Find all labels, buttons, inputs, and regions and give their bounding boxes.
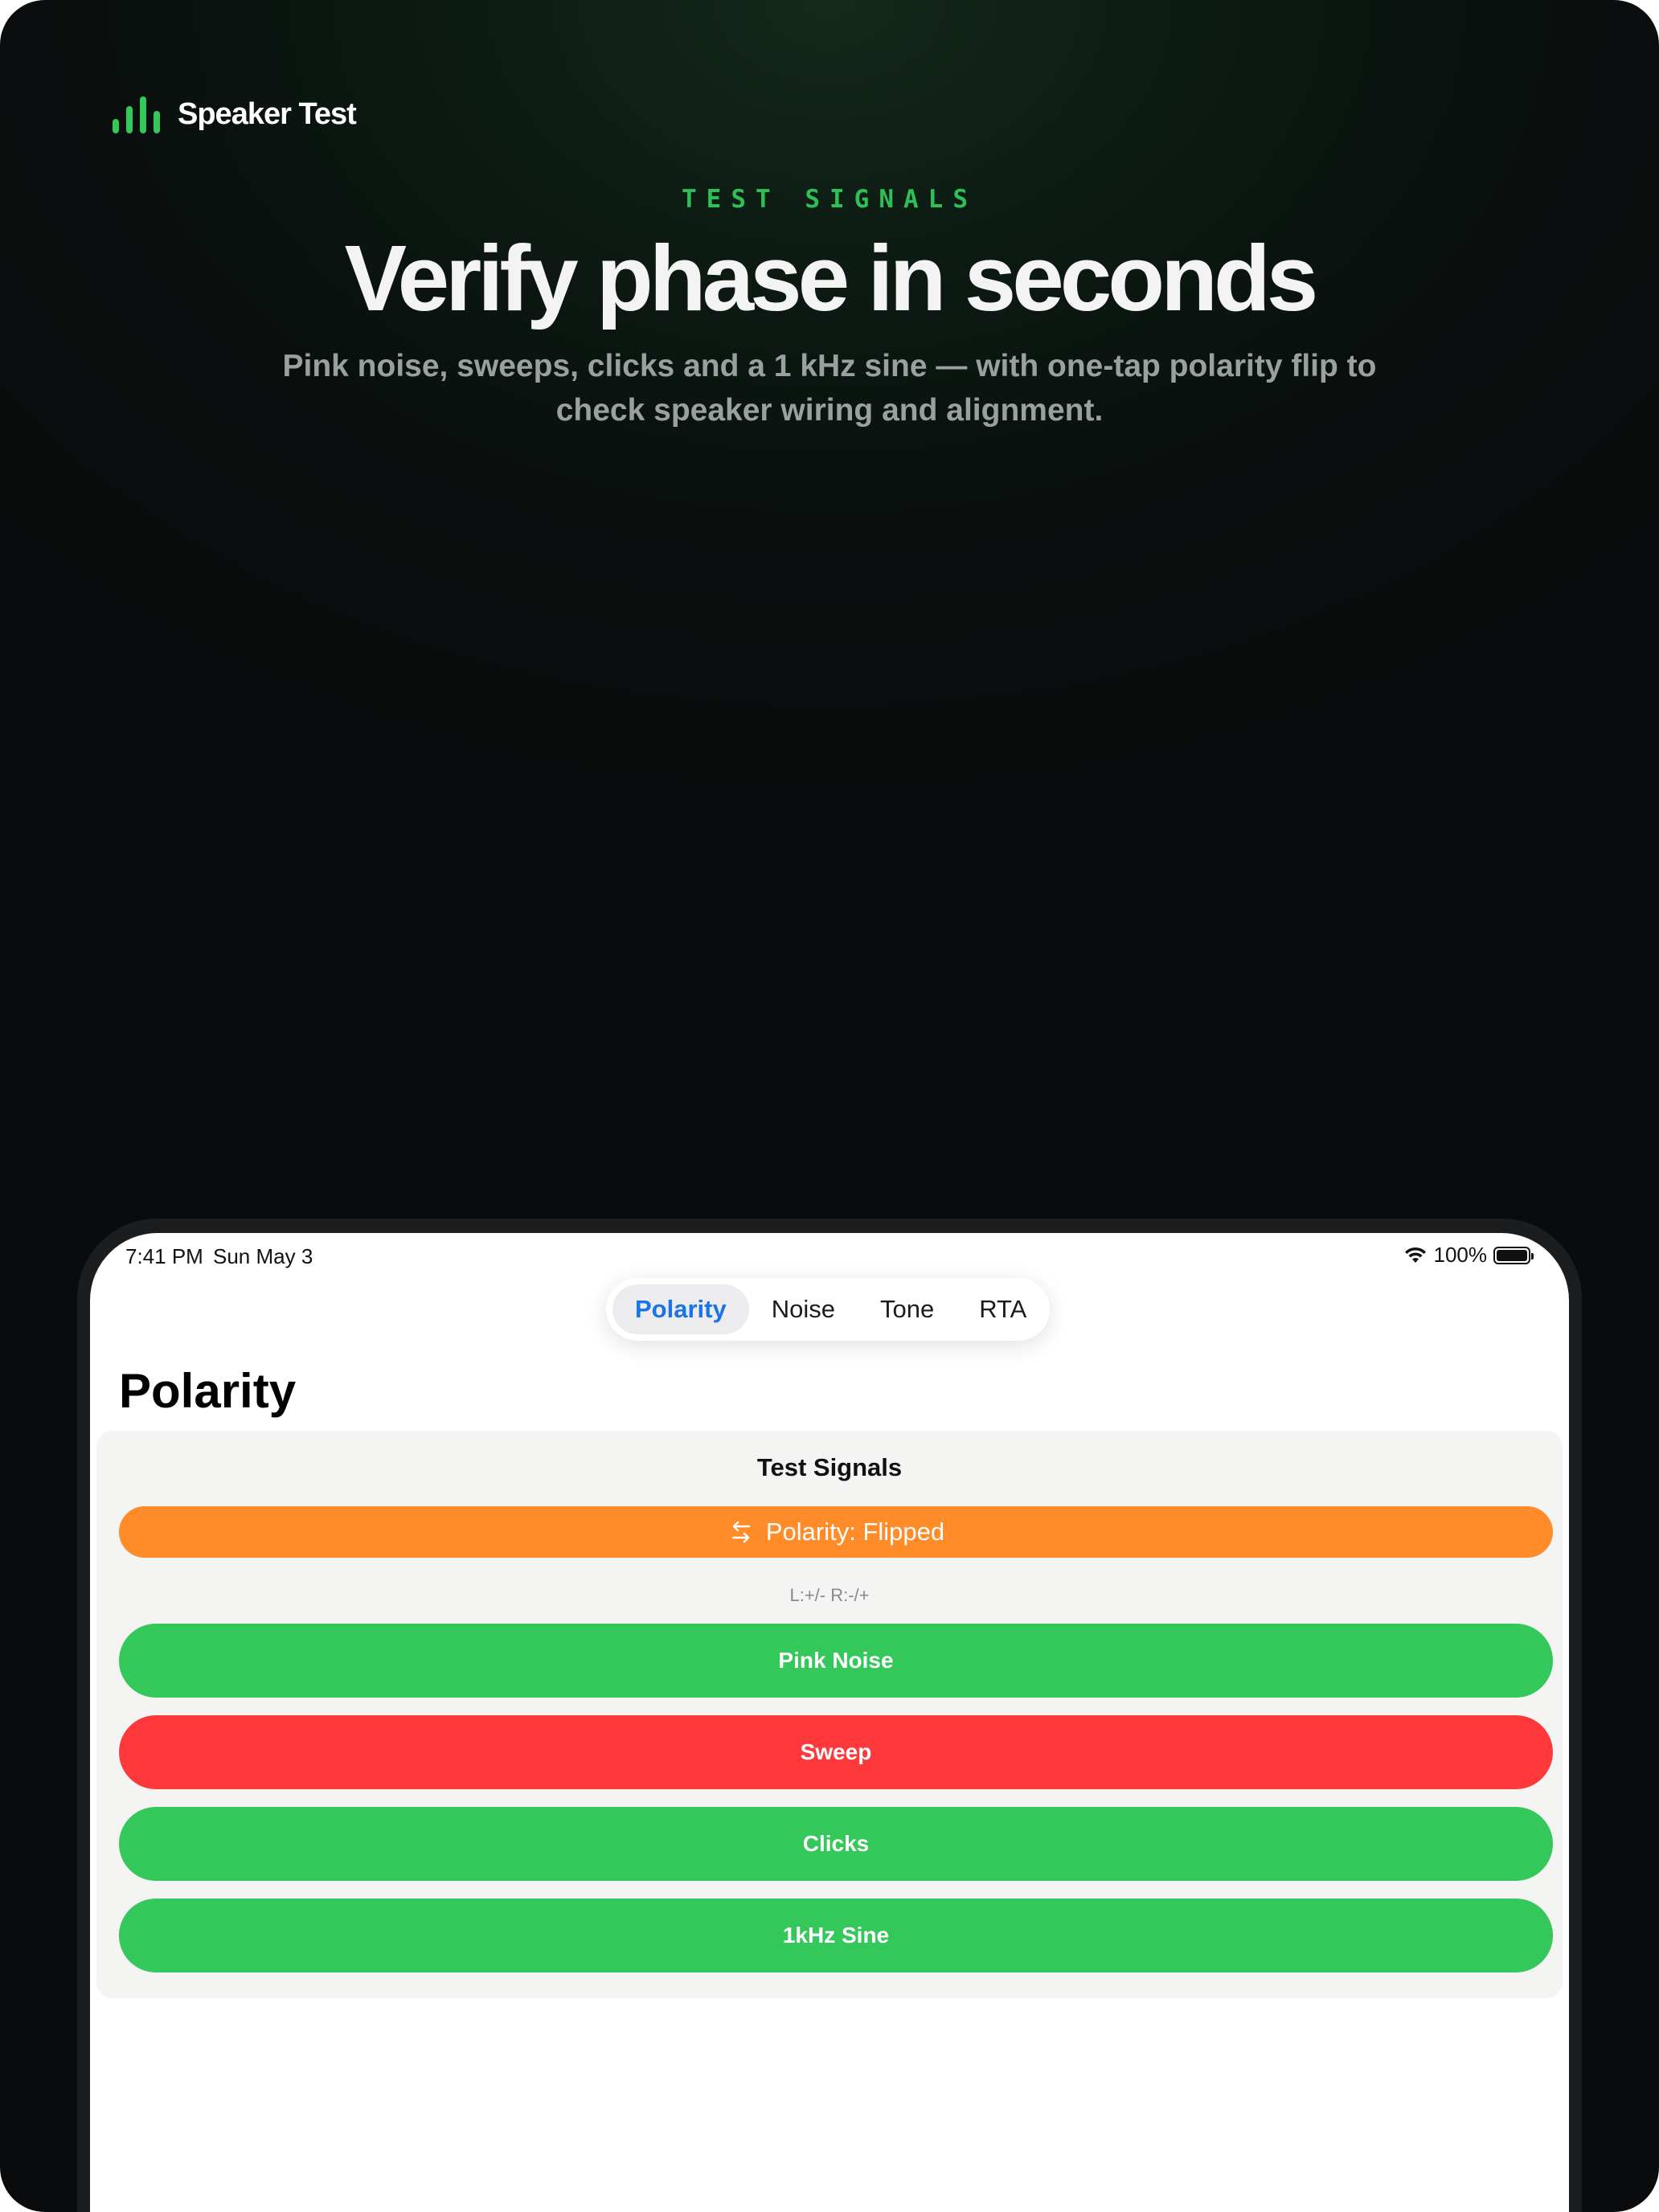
channel-polarity-readout: L:+/- R:-/+ [789,1585,870,1605]
polarity-button-label: Polarity: Flipped [765,1518,945,1546]
swap-arrows-icon [731,1521,751,1543]
audio-bars-icon [113,95,160,133]
headline: Verify phase in seconds [344,226,1319,330]
clicks-button[interactable]: Clicks [119,1807,1553,1881]
status-date: Sun May 3 [213,1244,313,1268]
battery-percent: 100% [1433,1243,1488,1267]
test-signals-panel: Test Signals Polarity: Flipped L:+/- R:-… [96,1431,1563,1998]
tab-noise[interactable]: Noise [749,1284,858,1334]
battery-icon [1493,1246,1534,1264]
panel-title: Test Signals [756,1453,903,1481]
wifi-icon [1404,1247,1426,1263]
tablet-frame: 7:41 PM Sun May 3 100% Polarity Noise To… [77,1219,1582,2212]
segmented-tabs: Polarity Noise Tone RTA [606,1278,1050,1341]
status-indicators: 100% [1403,1243,1534,1268]
sweep-button[interactable]: Sweep [119,1715,1553,1789]
tab-tone[interactable]: Tone [858,1284,956,1334]
pink-noise-button[interactable]: Pink Noise [119,1624,1553,1698]
polarity-toggle-button[interactable]: Polarity: Flipped [119,1506,1553,1558]
promo-canvas: Speaker Test TEST SIGNALS Verify phase i… [0,0,1659,2212]
sine-1khz-button[interactable]: 1kHz Sine [119,1899,1553,1972]
subheadline: Pink noise, sweeps, clicks and a 1 kHz s… [282,349,1377,428]
tab-polarity[interactable]: Polarity [612,1284,749,1334]
tab-rta[interactable]: RTA [956,1284,1049,1334]
status-bar: 7:41 PM Sun May 3 100% [90,1233,1569,1281]
tablet-screen: 7:41 PM Sun May 3 100% Polarity Noise To… [90,1233,1569,2212]
eyebrow: TEST SIGNALS [682,185,977,214]
brand: Speaker Test [113,95,357,133]
brand-name: Speaker Test [178,96,357,131]
status-time: 7:41 PM [125,1244,203,1268]
page-title: Polarity [119,1364,297,1418]
